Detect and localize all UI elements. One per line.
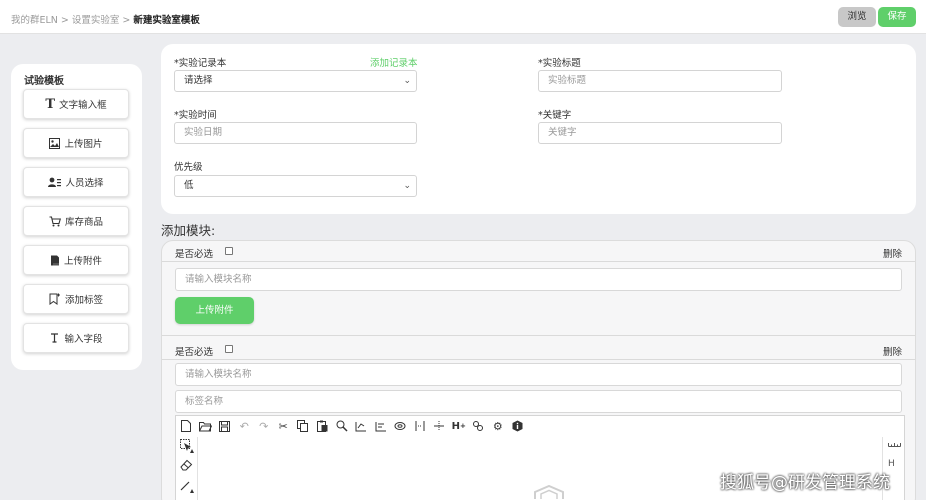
align-left-icon[interactable] [352,417,372,435]
chevron-down-icon: ⌄ [403,181,411,191]
time-label: *实验时间 [174,110,217,121]
title-label: *实验标题 [538,58,581,69]
sidebar-title: 试验模板 [24,76,64,87]
benzene-ring-icon [534,485,564,499]
breadcrumb-item-my-eln[interactable]: 我的群ELN [11,15,58,26]
required-checkbox[interactable] [225,345,233,353]
top-bar: 我的群ELN > 设置实验室 > 新建实验室模板 浏览 保存 [0,0,926,34]
template-item-upload-image[interactable]: 上传图片 [23,128,129,158]
template-item-upload-attachment[interactable]: 上传附件 [23,245,129,275]
editor-left-tools [176,437,198,500]
template-item-text-input[interactable]: T 文字输入框 [23,89,129,119]
upload-attachment-button[interactable]: 上传附件 [175,297,254,324]
cart-icon [49,215,61,227]
divider [162,359,915,360]
ring-icon[interactable] [391,417,411,435]
delete-module-link[interactable]: 删除 [883,344,902,358]
modules-container: 是否必选 删除 请输入模块名称 上传附件 是否必选 删除 请输入模块名称 标签名… [161,240,916,500]
notebook-label: *实验记录本 [174,58,227,69]
notebook-select-value: 请选择 [184,75,213,86]
required-label: 是否必选 [175,347,214,358]
preview-button[interactable]: 浏览 [838,7,876,27]
module-name-input[interactable]: 请输入模块名称 [175,268,902,291]
template-item-label: 库存商品 [64,217,103,228]
select-tool-icon[interactable] [180,439,194,456]
undo-icon[interactable]: ↶ [235,417,255,435]
notebook-select[interactable]: 请选择 ⌄ [174,70,417,92]
settings-icon[interactable]: ⚙ [488,417,508,435]
keyword-label: *关键字 [538,110,572,121]
breadcrumb: 我的群ELN > 设置实验室 > 新建实验室模板 [11,12,200,26]
experiment-form-panel: *实验记录本 添加记录本 请选择 ⌄ *实验标题 实验标题 *实验时间 实验日期… [161,44,916,214]
divider [162,261,915,262]
template-item-label: 输入字段 [64,334,103,345]
attachment-icon [50,255,60,266]
template-item-add-tag[interactable]: 添加标签 [23,284,129,314]
redo-icon[interactable]: ↷ [254,417,274,435]
add-module-heading: 添加模块: [161,223,216,238]
template-item-label: 添加标签 [64,295,103,306]
spacing-icon[interactable] [410,417,430,435]
chain-icon[interactable] [469,417,489,435]
eraser-tool-icon[interactable] [180,459,193,474]
divider [162,335,915,336]
paste-icon[interactable] [313,417,333,435]
template-item-inventory[interactable]: 库存商品 [23,206,129,236]
tag-icon [49,293,61,305]
breadcrumb-separator: > [60,15,69,26]
template-item-label: 上传附件 [63,256,102,267]
title-input[interactable]: 实验标题 [538,70,782,92]
ruler-icon[interactable] [888,439,901,449]
keyword-input[interactable]: 关键字 [538,122,782,144]
delete-module-link[interactable]: 删除 [883,246,902,260]
text-icon: T [45,96,56,112]
copy-icon[interactable] [293,417,313,435]
breadcrumb-item-lab-settings[interactable]: 设置实验室 [72,15,120,26]
priority-select[interactable]: 低 ⌄ [174,175,417,197]
chevron-down-icon: ⌄ [403,76,411,86]
breadcrumb-separator: > [122,15,131,26]
breadcrumb-current: 新建实验室模板 [133,15,200,26]
date-input[interactable]: 实验日期 [174,122,417,144]
editor-toolbar: ↶ ↷ ✂ H + ⚙ [176,416,906,436]
watermark-text: 搜狐号@研发管理系统 [720,473,890,493]
add-notebook-link[interactable]: 添加记录本 [370,55,418,69]
required-checkbox[interactable] [225,247,233,255]
template-item-label: 上传图片 [64,139,103,150]
template-item-label: 人员选择 [65,178,104,189]
align-center-icon[interactable] [371,417,391,435]
image-icon [49,137,61,149]
save-button[interactable]: 保存 [878,7,916,27]
zoom-icon[interactable] [332,417,352,435]
h-plus-icon[interactable]: H + [449,417,469,435]
template-sidebar: 试验模板 T 文字输入框 上传图片 人员选择 库存商品 上传附件 添加标签 输入… [11,64,142,370]
field-icon [49,333,60,343]
tag-name-input[interactable]: 标签名称 [175,390,902,413]
bond-tool-icon[interactable] [180,479,194,496]
template-item-input-field[interactable]: 输入字段 [23,323,129,353]
priority-label: 优先级 [174,162,203,173]
template-item-person-select[interactable]: 人员选择 [23,167,129,197]
cut-icon[interactable]: ✂ [274,417,294,435]
user-list-icon [48,177,62,188]
info-icon[interactable] [508,417,528,435]
distribute-icon[interactable] [430,417,450,435]
save-icon[interactable] [215,417,235,435]
new-file-icon[interactable] [176,417,196,435]
open-folder-icon[interactable] [196,417,216,435]
template-item-label: 文字输入框 [59,100,107,111]
priority-select-value: 低 [184,180,194,191]
module-name-input[interactable]: 请输入模块名称 [175,363,902,386]
required-label: 是否必选 [175,249,214,260]
